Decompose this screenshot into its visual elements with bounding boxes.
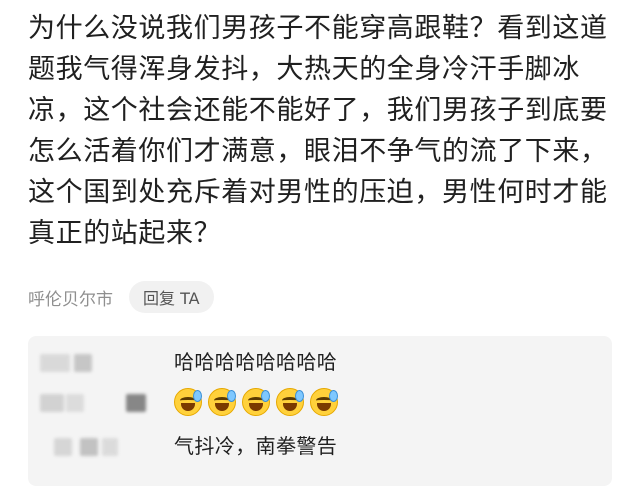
grinning-sweat-icon: [310, 388, 338, 416]
grinning-sweat-icon: [174, 388, 202, 416]
grinning-sweat-icon: [208, 388, 236, 416]
reply-item[interactable]: [28, 384, 612, 424]
grinning-sweat-icon: [242, 388, 270, 416]
blurred-username: [40, 390, 158, 418]
reply-text: 气抖冷，南拳警告: [174, 434, 338, 458]
grinning-sweat-icon: [276, 388, 304, 416]
comment-text: 为什么没说我们男孩子不能穿高跟鞋？看到这道题我气得浑身发抖，大热天的全身冷汗手脚…: [28, 13, 608, 249]
location-label: 呼伦贝尔市: [28, 289, 113, 310]
reply-item[interactable]: 哈哈哈哈哈哈哈哈: [28, 344, 612, 384]
replies-panel: 哈哈哈哈哈哈哈哈 气抖冷，南拳警告: [28, 336, 612, 486]
reply-item[interactable]: 气抖冷，南拳警告: [28, 428, 612, 468]
comment-body: 为什么没说我们男孩子不能穿高跟鞋？看到这道题我气得浑身发抖，大热天的全身冷汗手脚…: [28, 8, 620, 254]
comment-page: 为什么没说我们男孩子不能穿高跟鞋？看到这道题我气得浑身发抖，大热天的全身冷汗手脚…: [0, 0, 640, 494]
reply-text: 哈哈哈哈哈哈哈哈: [174, 350, 338, 374]
blurred-username: [40, 350, 158, 378]
emoji-row: [174, 388, 338, 416]
comment-meta: 呼伦贝尔市 回复 TA: [28, 280, 214, 314]
blurred-username: [40, 434, 158, 462]
reply-button[interactable]: 回复 TA: [129, 281, 214, 313]
